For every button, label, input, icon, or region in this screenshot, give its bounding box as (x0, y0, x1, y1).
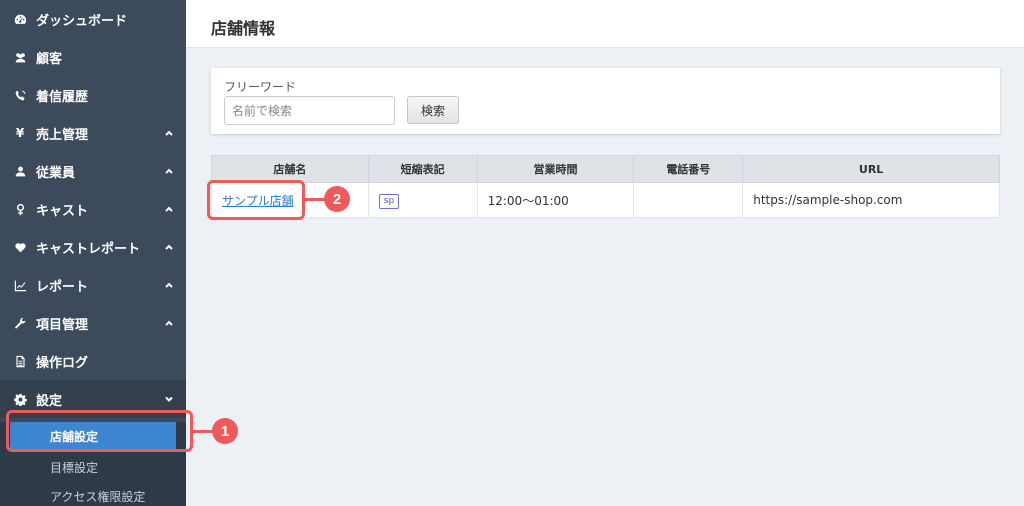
table-header-row: 店舗名 短縮表記 営業時間 電話番号 URL (211, 155, 1000, 183)
column-header-phone[interactable]: 電話番号 (633, 155, 744, 183)
column-header-short-name[interactable]: 短縮表記 (367, 155, 478, 183)
users-icon (13, 50, 27, 64)
column-header-url[interactable]: URL (742, 155, 1000, 183)
chevron-up-icon (164, 318, 174, 328)
sidebar-item-label: キャスト (36, 203, 89, 219)
gear-icon (13, 392, 27, 406)
sidebar-item-cast-report[interactable]: キャストレポート (0, 228, 186, 266)
sidebar-item-label: 従業員 (36, 165, 76, 181)
sidebar-item-label: 顧客 (36, 51, 63, 67)
cell-business-hours: 12:00～01:00 (476, 182, 635, 218)
chevron-up-icon (164, 280, 174, 290)
cell-short-name: sp (367, 182, 478, 218)
cell-url: https://sample-shop.com (742, 182, 1000, 218)
phone-icon (13, 88, 27, 102)
short-name-tag: sp (378, 193, 400, 209)
highlight-box-store-name (207, 180, 305, 220)
sidebar-item-field-management[interactable]: 項目管理 (0, 304, 186, 342)
document-icon (13, 354, 27, 368)
sidebar-item-dashboard[interactable]: ダッシュボード (0, 0, 186, 38)
sidebar-item-label: 項目管理 (36, 317, 89, 333)
sidebar-item-call-history[interactable]: 着信履歴 (0, 76, 186, 114)
column-header-store-name[interactable]: 店舗名 (211, 155, 369, 183)
sidebar-item-label: 操作ログ (36, 355, 89, 371)
heart-icon (13, 240, 27, 254)
page-title: 店舗情報 (211, 19, 276, 38)
sidebar-item-customers[interactable]: 顧客 (0, 38, 186, 76)
highlight-box-store-settings (6, 410, 193, 452)
sidebar-item-label: 売上管理 (36, 127, 89, 143)
chevron-up-icon (164, 128, 174, 138)
chevron-up-icon (164, 242, 174, 252)
callout-line-1 (193, 430, 213, 433)
column-header-business-hours[interactable]: 営業時間 (476, 155, 635, 183)
search-input[interactable] (224, 96, 395, 125)
sidebar-item-label: レポート (36, 279, 89, 295)
female-icon (13, 202, 27, 216)
wrench-icon (13, 316, 27, 330)
search-button[interactable]: 検索 (407, 96, 459, 124)
sidebar-item-operation-log[interactable]: 操作ログ (0, 342, 186, 380)
sidebar-item-label: 着信履歴 (36, 89, 89, 105)
step-badge-1: 1 (212, 418, 238, 444)
yen-icon: ¥ (15, 126, 25, 140)
sidebar-subitem-access-settings[interactable]: アクセス権限設定 (0, 482, 186, 506)
search-panel: フリーワード 検索 (211, 68, 1000, 134)
sidebar-item-cast[interactable]: キャスト (0, 190, 186, 228)
search-label: フリーワード (224, 80, 297, 94)
user-icon (13, 164, 27, 178)
callout-line-2 (305, 198, 325, 201)
chevron-down-icon (164, 394, 174, 404)
sidebar-item-report[interactable]: レポート (0, 266, 186, 304)
sidebar-item-label: 設定 (36, 393, 63, 409)
chevron-up-icon (164, 166, 174, 176)
dashboard-icon (13, 12, 27, 26)
sidebar-item-staff[interactable]: 従業員 (0, 152, 186, 190)
sidebar-subitem-target-settings[interactable]: 目標設定 (0, 453, 186, 482)
sidebar-item-label: キャストレポート (36, 241, 141, 257)
cell-phone (633, 182, 744, 218)
sidebar-item-sales[interactable]: ¥ 売上管理 (0, 114, 186, 152)
line-chart-icon (13, 278, 27, 292)
page-header: 店舗情報 (186, 0, 1024, 48)
step-badge-2: 2 (324, 186, 350, 212)
chevron-up-icon (164, 204, 174, 214)
sidebar-item-label: ダッシュボード (36, 13, 128, 29)
